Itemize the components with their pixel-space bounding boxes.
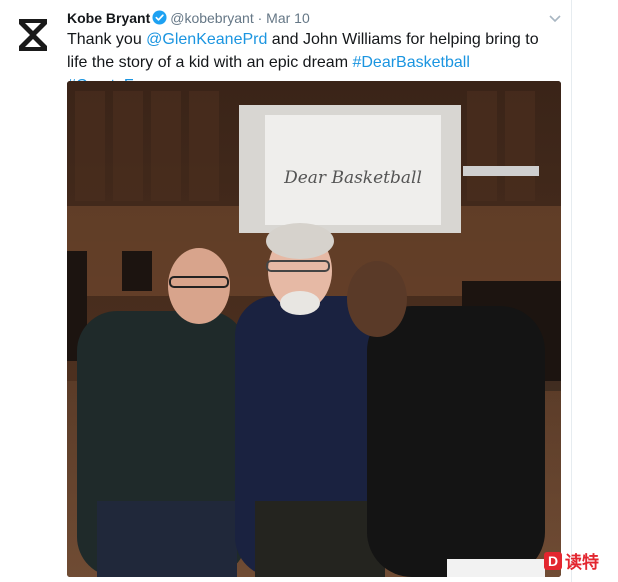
watermark-text: 读特 (565, 553, 599, 573)
timestamp[interactable]: Mar 10 (266, 10, 310, 26)
tweet-menu-button[interactable] (548, 10, 562, 28)
verified-badge-icon (152, 10, 167, 29)
tweet-card[interactable]: Kobe Bryant @kobebryant · Mar 10 Thank yo… (0, 0, 572, 582)
watermark: D 读特 (544, 548, 599, 573)
watermark-logo-icon: D (544, 551, 562, 570)
tweet-text-part: Thank you (67, 31, 147, 48)
avatar[interactable] (10, 12, 56, 58)
chevron-down-icon (549, 15, 561, 23)
photo-scene: Dear Basketball (67, 81, 561, 577)
author-handle[interactable]: @kobebryant (170, 10, 253, 26)
mention-link[interactable]: @GlenKeanePrd (146, 31, 267, 48)
tweet-photo[interactable]: Dear Basketball (67, 81, 561, 577)
separator-dot: · (257, 10, 263, 26)
tweet-header: Kobe Bryant @kobebryant · Mar 10 (67, 9, 310, 29)
hashtag-link[interactable]: #DearBasketball (352, 54, 469, 71)
hourglass-logo-icon (19, 19, 47, 51)
screen-text: Dear Basketball (283, 168, 422, 188)
author-name[interactable]: Kobe Bryant (67, 10, 150, 26)
